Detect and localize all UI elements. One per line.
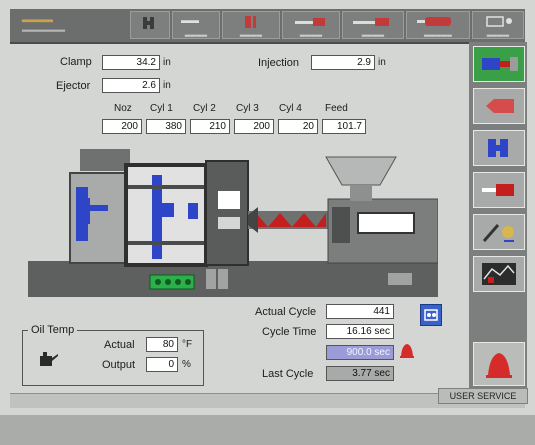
temp-value-cyl4[interactable]: 20 xyxy=(278,119,318,134)
machine-diagram xyxy=(28,149,438,297)
ejector-label: Ejector xyxy=(56,80,91,92)
oil-actual-label: Actual xyxy=(104,339,135,351)
stationary-mold-half xyxy=(188,203,198,219)
hopper xyxy=(325,156,397,186)
clamp-unit: in xyxy=(163,57,171,68)
sidebar-button-alarm[interactable] xyxy=(473,342,525,386)
last-cycle-label: Last Cycle xyxy=(262,368,314,380)
toolbar-button-clamp[interactable]: ▂▂▂▂ xyxy=(222,11,280,39)
sidebar-button-injection[interactable] xyxy=(473,172,525,208)
injection-label: Injection xyxy=(258,57,299,69)
mold-icon xyxy=(143,17,154,29)
temp-header-cyl3: Cyl 3 xyxy=(236,103,259,114)
toolbar-button-mold[interactable] xyxy=(130,11,170,39)
user-service-button[interactable]: USER SERVICE xyxy=(438,388,528,404)
cycle-time-label: Cycle Time xyxy=(262,326,317,338)
temp-header-cyl4: Cyl 4 xyxy=(279,103,302,114)
oil-actual-unit: °F xyxy=(182,339,193,350)
temp-value-feed[interactable]: 101.7 xyxy=(322,119,366,134)
toolbar-button-clamp-caption: ▂▂▂▂ xyxy=(239,30,263,37)
toolbar-button-inject-caption: ▂▂▂▂ xyxy=(299,30,323,37)
sidebar-button-nozzle[interactable] xyxy=(473,88,525,124)
process-graph-icon xyxy=(482,263,516,285)
injection-unit-icon xyxy=(482,184,514,196)
right-sidebar xyxy=(469,42,527,392)
oil-output-unit: % xyxy=(182,359,191,370)
toolbar-button-temps[interactable]: ▬▬ ▂▂▂▂ xyxy=(172,11,220,39)
actual-cycle-value: 441 xyxy=(326,304,394,319)
top-toolbar: ▂▂▂▂▂ ▂▂▂▂▂▂▂▂ ▬▬ ▂▂▂▂ ▂▂▂▂ ▂▂▂▂ ▂▂▂▂ ▂▂… xyxy=(10,9,525,44)
cycle-reset-button[interactable] xyxy=(420,304,442,326)
clamp-label: Clamp xyxy=(60,56,92,68)
oil-temp-title: Oil Temp xyxy=(28,324,78,336)
temp-header-noz: Noz xyxy=(114,103,132,114)
hmi-screen: ▂▂▂▂▂ ▂▂▂▂▂▂▂▂ ▬▬ ▂▂▂▂ ▂▂▂▂ ▂▂▂▂ ▂▂▂▂ ▂▂… xyxy=(0,0,535,445)
toolbar-button-inject[interactable]: ▂▂▂▂ xyxy=(282,11,340,39)
toolbar-button-carriage[interactable]: ▂▂▂▂▂ xyxy=(406,11,470,39)
cycle-alarm-time-value[interactable]: 900.0 sec xyxy=(326,345,394,360)
brand-logo-line2: ▂▂▂▂▂▂▂▂ xyxy=(22,25,66,32)
ejector-unit: in xyxy=(163,80,171,91)
stationary-platen xyxy=(205,160,249,266)
oil-output-value[interactable]: 0 xyxy=(146,357,178,372)
toolbar-button-temps-caption: ▂▂▂▂ xyxy=(184,30,208,37)
temp-value-cyl1[interactable]: 380 xyxy=(146,119,186,134)
injection-value[interactable]: 2.9 xyxy=(311,55,375,70)
brand-logo-line1: ▂▂▂▂▂ xyxy=(22,13,53,22)
actual-cycle-label: Actual Cycle xyxy=(255,306,317,318)
nozzle-icon xyxy=(486,99,514,113)
temp-value-noz[interactable]: 200 xyxy=(102,119,142,134)
toolbar-button-setup[interactable]: ▂▂▂▂ xyxy=(472,11,524,39)
alarm-bell-icon xyxy=(486,353,512,378)
oil-actual-value[interactable]: 80 xyxy=(146,337,178,352)
last-cycle-value: 3.77 sec xyxy=(326,366,394,381)
sidebar-button-overview[interactable] xyxy=(473,46,525,82)
sidebar-button-mold[interactable] xyxy=(473,130,525,166)
temp-header-feed: Feed xyxy=(325,103,348,114)
injection-unit: in xyxy=(378,57,386,68)
brand-logo: ▂▂▂▂▂ ▂▂▂▂▂▂▂▂ xyxy=(22,13,124,35)
cycle-alarm-icon xyxy=(400,344,414,358)
toolbar-button-setup-caption: ▂▂▂▂ xyxy=(486,30,510,37)
cycle-time-value: 16.16 sec xyxy=(326,324,394,339)
tools-icon xyxy=(482,224,514,242)
temp-header-cyl1: Cyl 1 xyxy=(150,103,173,114)
clamp-value[interactable]: 34.2 xyxy=(102,55,160,70)
sidebar-button-process[interactable] xyxy=(473,256,525,292)
machine-overview-icon xyxy=(482,57,518,71)
temp-value-cyl2[interactable]: 210 xyxy=(190,119,230,134)
screen-bezel-bottom xyxy=(0,415,535,445)
toolbar-button-screw-caption: ▂▂▂▂ xyxy=(361,30,385,37)
oil-can-icon xyxy=(40,352,58,366)
reset-cycle-icon xyxy=(424,309,438,321)
ejector-value[interactable]: 2.6 xyxy=(102,78,160,93)
oil-output-label: Output xyxy=(102,359,136,371)
toolbar-button-carriage-caption: ▂▂▂▂▂ xyxy=(424,30,452,37)
temp-value-cyl3[interactable]: 200 xyxy=(234,119,274,134)
toolbar-temps-icon-text: ▬▬ xyxy=(181,15,199,25)
mold-halves-icon xyxy=(488,139,508,157)
temp-header-cyl2: Cyl 2 xyxy=(193,103,216,114)
toolbar-button-screw[interactable]: ▂▂▂▂ xyxy=(342,11,404,39)
machine-base xyxy=(28,261,438,297)
sidebar-button-tools[interactable] xyxy=(473,214,525,250)
